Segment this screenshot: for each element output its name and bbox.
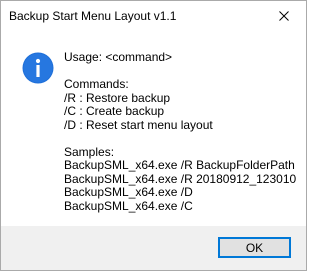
sample-line: BackupSML_x64.exe /D xyxy=(64,185,193,199)
usage-line: Usage: <command> xyxy=(64,50,173,64)
message-text: Usage: <command> Commands: /R : Restore … xyxy=(64,50,297,213)
button-bar: OK xyxy=(1,226,306,270)
title-bar[interactable]: Backup Start Menu Layout v1.1 xyxy=(1,1,306,31)
info-icon xyxy=(22,52,54,84)
command-line: /C : Create backup xyxy=(64,104,165,118)
command-line: /D : Reset start menu layout xyxy=(64,117,213,132)
samples-heading: Samples: xyxy=(64,144,115,159)
sample-line: BackupSML_x64.exe /R BackupFolderPath xyxy=(64,158,295,172)
sample-line: BackupSML_x64.exe /C xyxy=(64,198,193,213)
close-icon xyxy=(278,11,289,21)
ok-button[interactable]: OK xyxy=(218,237,291,258)
message-area: Usage: <command> Commands: /R : Restore … xyxy=(1,31,306,226)
sample-line: BackupSML_x64.exe /R 20180912_123010 xyxy=(64,171,297,186)
command-line: /R : Restore backup xyxy=(64,90,171,105)
close-button[interactable] xyxy=(261,1,306,31)
window-title: Backup Start Menu Layout v1.1 xyxy=(9,9,177,23)
commands-heading: Commands: xyxy=(64,77,129,91)
message-dialog: Backup Start Menu Layout v1.1 Usage: <co… xyxy=(0,0,307,271)
